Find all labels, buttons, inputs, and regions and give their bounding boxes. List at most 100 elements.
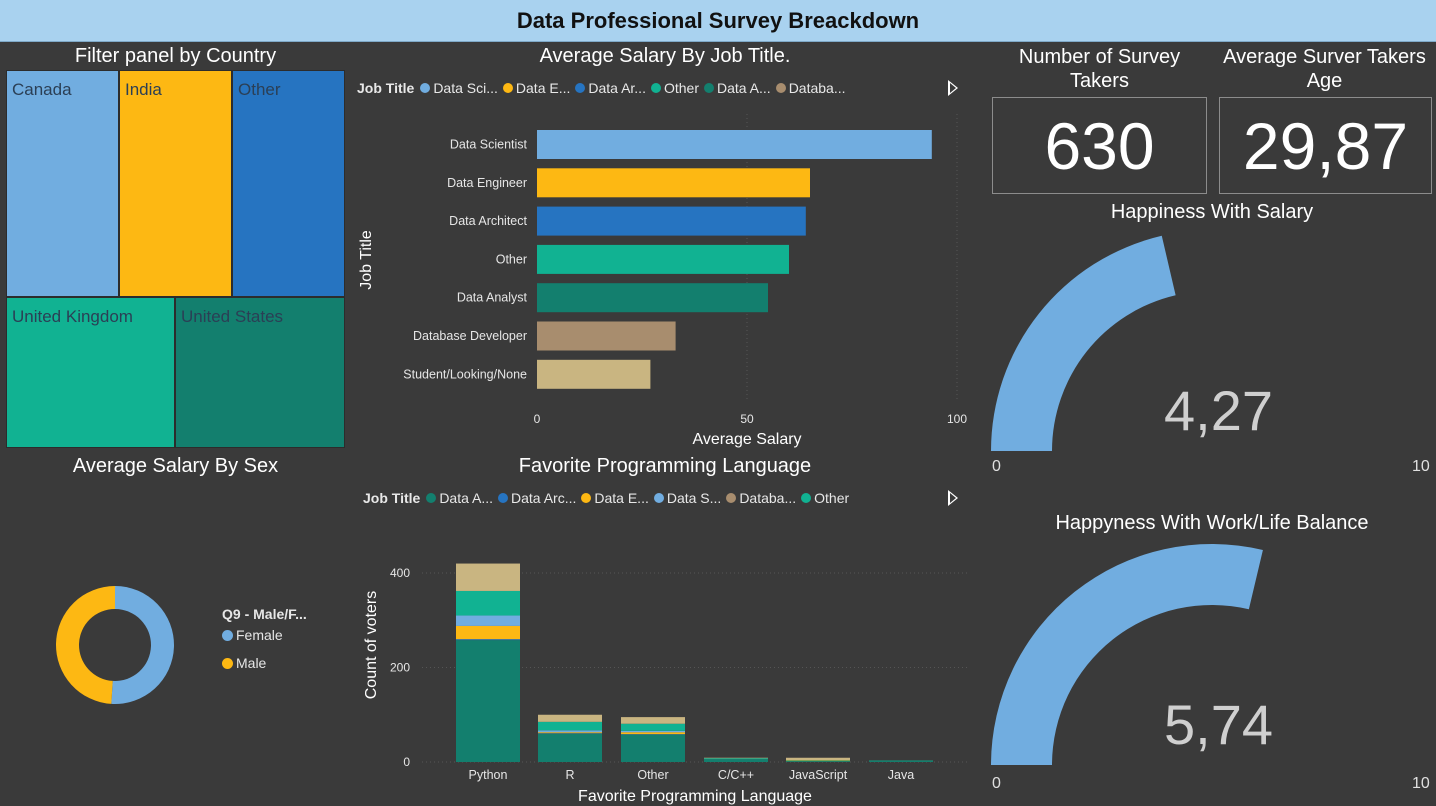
treemap-tile-canada[interactable]: Canada [6,70,119,297]
legend-item[interactable]: Databa... [775,80,846,96]
treemap-tile-other[interactable]: Other [232,70,345,297]
stack-segment[interactable] [456,640,520,762]
category-label: Data Analyst [457,291,528,305]
stack-segment[interactable] [704,759,768,762]
survey-takers-card: 630 [992,97,1207,194]
stack-segment[interactable] [704,758,768,760]
legend-dot-icon [726,493,737,503]
stack-segment[interactable] [621,732,685,735]
legend-item[interactable]: Other [650,80,699,96]
legend-dot-icon [420,83,431,93]
salary-by-job-legend: Job Title Data Sci... Data E... Data Ar...… [357,80,851,96]
stack-segment[interactable] [538,721,602,731]
stack-segment[interactable] [456,590,520,616]
category-label: Data Architect [449,214,527,228]
bar-other[interactable] [537,244,789,274]
legend-label: Data A... [439,490,494,506]
y-tick-label: 0 [403,755,410,769]
legend-title: Job Title [363,490,421,506]
legend-dot-icon [502,83,513,93]
legend-item-male[interactable]: Male [222,655,307,671]
legend-next-arrow-icon[interactable] [948,490,958,506]
stack-segment[interactable] [621,723,685,731]
legend-item[interactable]: Data Sci... [420,80,498,96]
category-label: C/C++ [718,768,754,782]
legend-dot-icon [498,493,509,503]
stack-segment[interactable] [786,761,850,762]
stack-segment[interactable] [621,730,685,733]
stack-segment[interactable] [538,732,602,734]
legend-label: Data S... [666,490,722,506]
stack-segment[interactable] [456,639,520,641]
bar-data-scientist[interactable] [537,130,932,159]
treemap-tile-label: United Kingdom [12,307,133,326]
legend-dot-icon [801,493,812,503]
bar-data-analyst[interactable] [537,283,768,313]
bar-database-developer[interactable] [537,321,676,351]
bar-student-looking-none[interactable] [537,359,651,389]
category-label: Student/Looking/None [403,367,527,381]
treemap-tile-india[interactable]: India [119,70,232,297]
gauge-balance-max: 10 [1412,775,1430,792]
stack-segment[interactable] [538,733,602,762]
x-tick-label: 0 [534,412,541,426]
donut-slice-male[interactable] [56,586,115,704]
category-label: Data Scientist [450,138,528,152]
legend-dot-icon [426,493,437,503]
avg-age-title: Average Surver Takers Age [1223,46,1426,92]
language-chart-title: Favorite Programming Language [518,455,812,477]
legend-item[interactable]: Data E... [502,80,570,96]
legend-next-arrow-icon[interactable] [948,80,958,96]
y-tick-label: 400 [390,566,410,580]
dashboard-header: Data Professional Survey Breackdown [0,0,1436,42]
x-axis-title: Average Salary [692,431,801,448]
x-tick-label: 100 [947,412,967,426]
legend-title: Job Title [357,80,415,96]
stack-segment[interactable] [456,615,520,626]
legend-item[interactable]: Data S... [653,490,722,506]
gauge-salary-min: 0 [992,458,1001,475]
treemap-tile-united-kingdom[interactable]: United Kingdom [6,297,175,448]
treemap-tile-united-states[interactable]: United States [175,297,345,448]
legend-item[interactable]: Data A... [426,490,493,506]
legend-item-female[interactable]: Female [222,627,307,643]
language-stacked-chart: 0 200 400 Python R Other C/C++ JavaScript Java Fa… [363,563,970,805]
treemap-tile-label: India [125,80,162,99]
stack-segment[interactable] [786,757,850,761]
legend-item[interactable]: Data A... [703,80,771,96]
donut-slice-female[interactable] [111,586,175,704]
stack-segment[interactable] [621,734,685,762]
legend-item[interactable]: Data Ar... [575,80,646,96]
legend-label: Other [814,490,850,506]
legend-item[interactable]: Other [801,490,849,506]
category-label: JavaScript [789,768,848,782]
gauge-salary-max: 10 [1412,458,1430,475]
legend-label: Other [663,80,699,96]
stack-segment[interactable] [456,625,520,640]
legend-item[interactable]: Data E... [581,490,649,506]
stack-segment[interactable] [538,714,602,722]
stack-segment[interactable] [456,563,520,591]
y-axis-title: Job Title [358,230,375,290]
legend-label: Databa... [788,80,846,96]
stack-segment[interactable] [869,761,933,762]
stack-segment[interactable] [621,717,685,724]
legend-label: Data E... [594,490,649,506]
category-label: Java [888,768,914,782]
gauge-balance-title: Happyness With Work/Life Balance [1055,512,1369,534]
legend-dot-icon [222,629,233,641]
stack-segment[interactable] [538,730,602,733]
gauge-salary-value: 4,27 [1164,379,1273,442]
salary-by-job-chart: Data Scientist Data Engineer Data Architec… [358,114,967,448]
category-label: Python [469,768,508,782]
bar-data-architect[interactable] [537,206,806,236]
gauge-fill[interactable] [991,235,1176,451]
legend-item[interactable]: Data Arc... [498,490,576,506]
bar-data-engineer[interactable] [537,168,810,198]
legend-label: Female [236,627,283,643]
country-treemap: Canada India Other United Kingdom United… [6,70,345,448]
legend-dot-icon [775,83,786,93]
legend-dot-icon [575,83,586,93]
category-label: Other [637,768,668,782]
legend-item[interactable]: Databa... [726,490,796,506]
